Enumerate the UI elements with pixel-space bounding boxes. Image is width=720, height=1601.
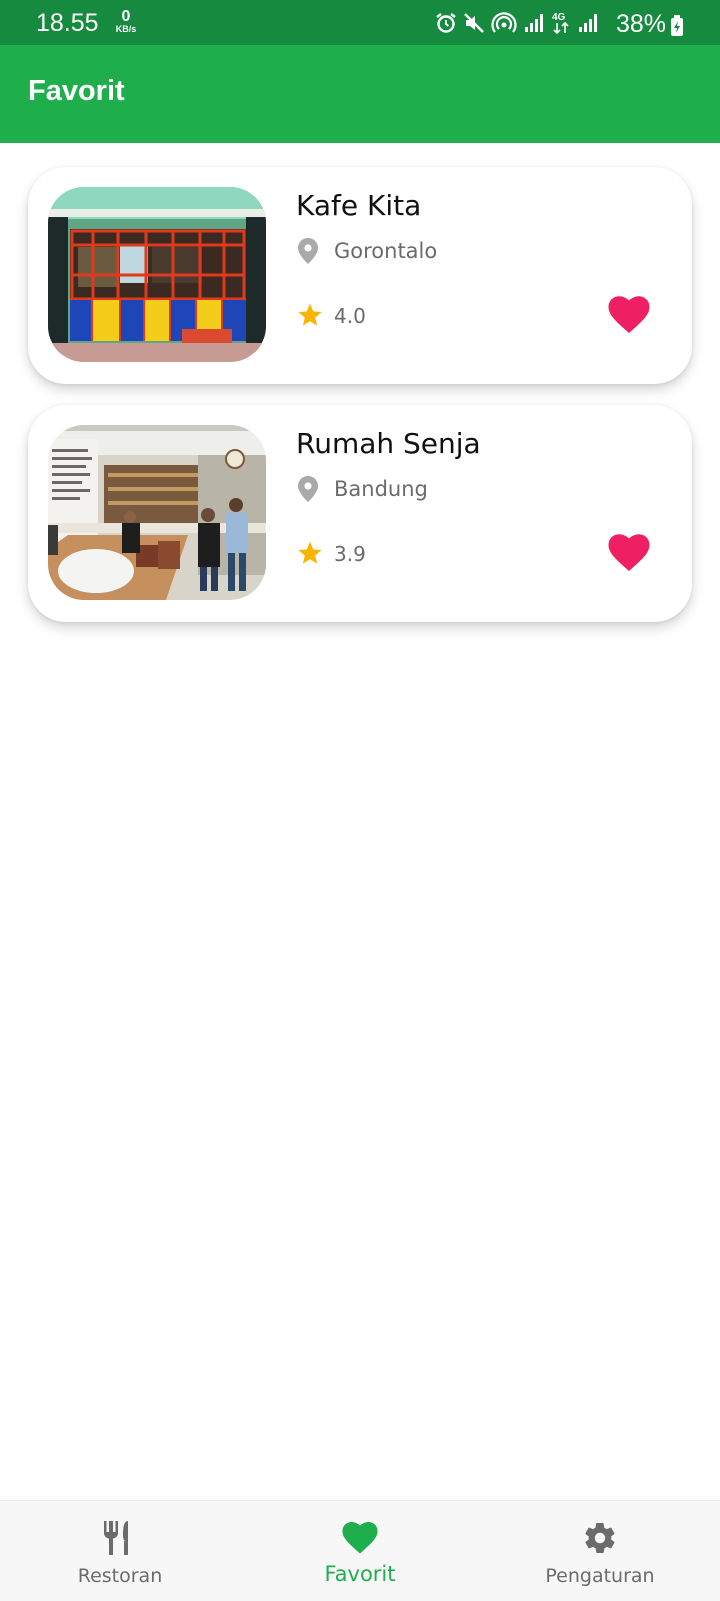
star-icon: [298, 303, 322, 326]
hotspot-icon: [491, 12, 517, 33]
4g-icon: 4G: [552, 12, 569, 35]
alarm-icon: [436, 13, 456, 33]
nav-label-restoran: Restoran: [77, 1565, 163, 1587]
restaurant-card[interactable]: Rumah Senja Bandung 3.9: [28, 405, 692, 622]
location-pin-icon: [298, 238, 318, 264]
network-speed-unit: KB/s: [115, 24, 137, 34]
favorite-heart-button[interactable]: [608, 533, 650, 573]
nav-label-pengaturan: Pengaturan: [545, 1565, 655, 1587]
location-pin-icon: [298, 476, 318, 502]
battery-charging-icon: [671, 15, 683, 36]
signal-icon: [579, 14, 597, 32]
network-speed: 0 KB/s: [111, 9, 141, 34]
status-icons: 4G: [435, 12, 599, 35]
restaurant-card[interactable]: Kafe Kita Gorontalo 4.0: [28, 167, 692, 384]
status-bar: 18.55 0 KB/s 4G 38%: [0, 0, 720, 45]
restaurant-name: Kafe Kita: [296, 189, 422, 222]
nav-item-favorit[interactable]: Favorit: [240, 1501, 480, 1601]
restaurant-location: Bandung: [334, 477, 428, 501]
status-time: 18.55: [36, 9, 99, 37]
fork-knife-icon: [104, 1521, 128, 1555]
svg-text:4G: 4G: [552, 12, 566, 23]
page-title: Favorit: [28, 75, 125, 107]
restaurant-name: Rumah Senja: [296, 427, 481, 460]
restaurant-location: Gorontalo: [334, 239, 438, 263]
signal-icon: [525, 14, 543, 32]
nav-label-favorit: Favorit: [324, 1562, 396, 1586]
restaurant-rating: 4.0: [334, 304, 366, 328]
restaurant-rating: 3.9: [334, 542, 366, 566]
favorite-heart-button[interactable]: [608, 295, 650, 335]
mute-icon: [464, 13, 484, 33]
restaurant-image: [48, 425, 266, 600]
nav-item-restoran[interactable]: Restoran: [0, 1501, 240, 1601]
nav-item-pengaturan[interactable]: Pengaturan: [480, 1501, 720, 1601]
network-speed-value: 0: [121, 8, 131, 25]
heart-icon: [342, 1521, 378, 1554]
app-bar: Favorit: [0, 45, 720, 143]
battery-level: 38%: [616, 10, 667, 38]
gear-icon: [585, 1523, 615, 1553]
bottom-navigation: Restoran Favorit Pengaturan: [0, 1500, 720, 1601]
star-icon: [298, 541, 322, 564]
restaurant-image: [48, 187, 266, 362]
